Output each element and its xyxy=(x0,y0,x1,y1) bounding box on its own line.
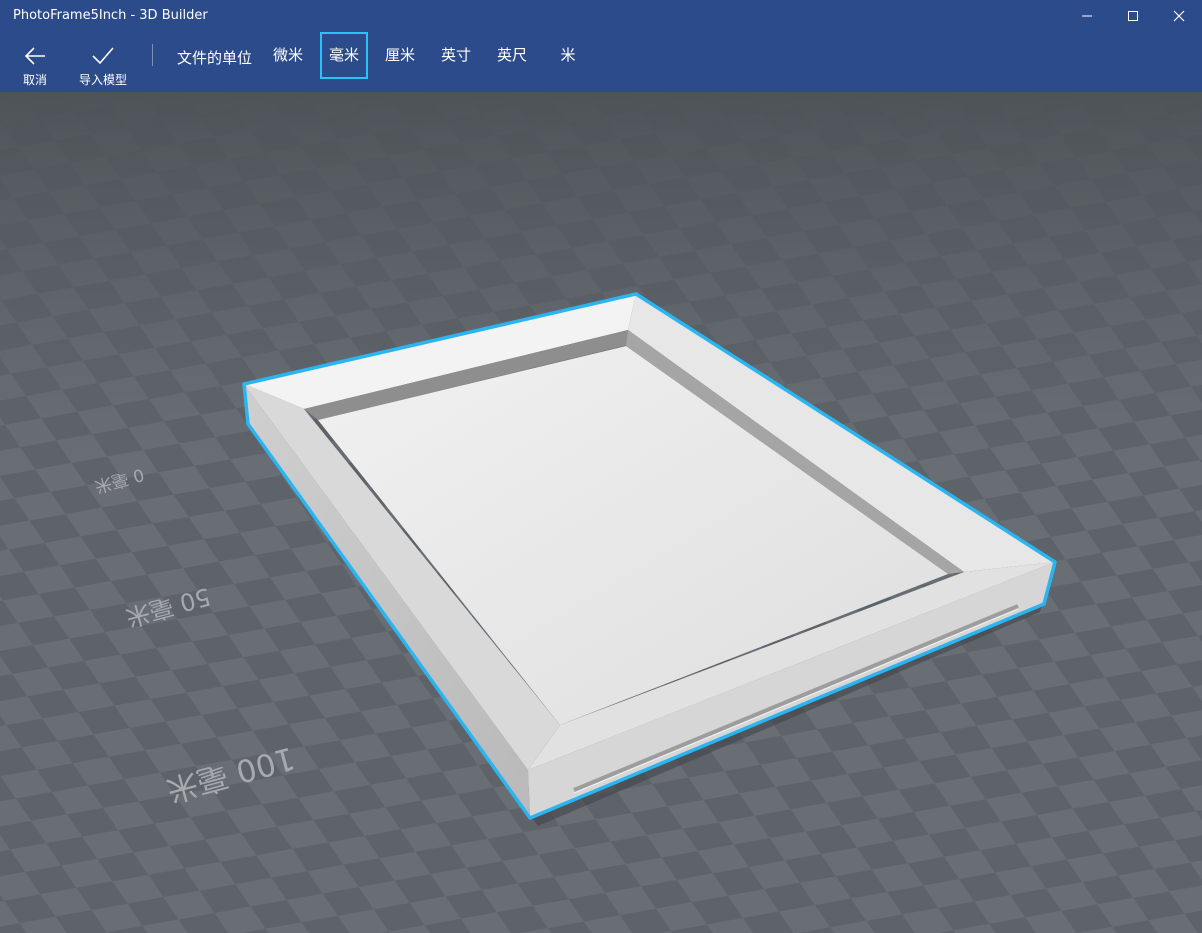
minimize-icon xyxy=(1082,15,1092,17)
back-arrow-icon xyxy=(24,47,45,65)
file-units-label: 文件的单位 xyxy=(177,49,253,67)
close-icon xyxy=(1173,10,1185,22)
unit-foot[interactable]: 英尺 xyxy=(490,32,534,79)
minimize-button[interactable] xyxy=(1064,0,1110,32)
unit-meter[interactable]: 米 xyxy=(552,32,584,79)
unit-millimeter[interactable]: 毫米 xyxy=(320,32,368,79)
scene-canvas: 0 毫米 50 毫米 100 毫米 xyxy=(0,92,1202,933)
close-button[interactable] xyxy=(1156,0,1202,32)
unit-micrometer[interactable]: 微米 xyxy=(266,32,310,79)
3d-viewport[interactable]: 0 毫米 50 毫米 100 毫米 xyxy=(0,92,1202,933)
import-model-button[interactable]: 导入模型 xyxy=(76,32,130,92)
toolbar-separator xyxy=(152,44,153,66)
cancel-label: 取消 xyxy=(22,73,47,87)
maximize-icon xyxy=(1128,11,1138,21)
import-model-label: 导入模型 xyxy=(78,73,127,87)
unit-inch[interactable]: 英寸 xyxy=(434,32,478,79)
unit-centimeter[interactable]: 厘米 xyxy=(378,32,422,79)
cancel-button[interactable]: 取消 xyxy=(14,32,56,92)
window-title: PhotoFrame5Inch - 3D Builder xyxy=(13,8,208,23)
maximize-button[interactable] xyxy=(1110,0,1156,32)
toolbar: 取消 导入模型 文件的单位 微米 毫米 厘米 英寸 英尺 米 xyxy=(0,32,1202,92)
title-bar: PhotoFrame5Inch - 3D Builder xyxy=(0,0,1202,32)
checkmark-icon xyxy=(92,47,114,65)
